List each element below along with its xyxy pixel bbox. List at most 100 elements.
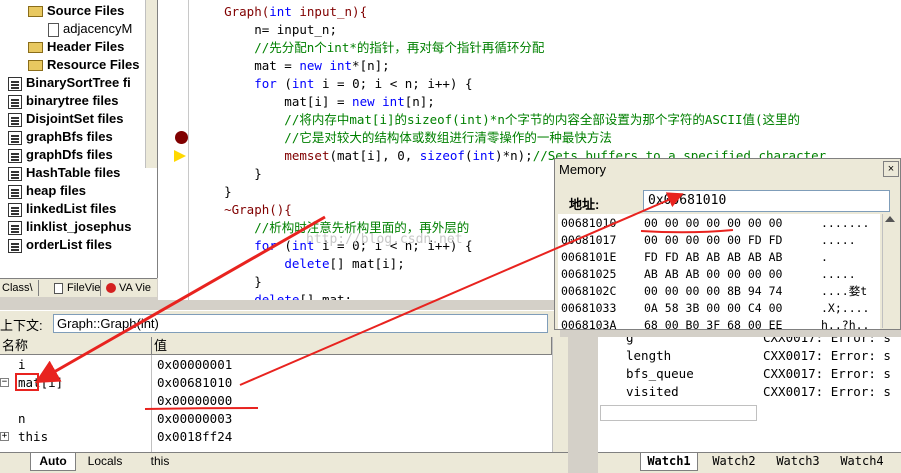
watch-value: CXX0017: Error: s: [763, 337, 891, 345]
tree-item[interactable]: linklist_josephus: [8, 218, 131, 236]
project-icon: [8, 148, 22, 163]
variable-row[interactable]: − mat[i] 0x00681010: [0, 374, 552, 392]
code-token: //将内存中mat[i]的sizeof(int)*n个字节的内容全部设置为那个字…: [194, 112, 801, 127]
tree-item-label: adjacencyM: [63, 21, 133, 36]
variables-scrollbar[interactable]: [552, 337, 568, 453]
tab-watch4[interactable]: Watch4: [834, 453, 890, 470]
folder-icon: [28, 42, 43, 54]
variables-tabs: Auto Locals this: [0, 452, 568, 473]
watch-name: bfs_queue: [626, 366, 694, 381]
tree-item[interactable]: graphDfs files: [8, 146, 113, 164]
code-line: mat = new int*[n];: [194, 57, 389, 75]
fileview-icon: [54, 282, 63, 294]
tree-item[interactable]: Header Files: [28, 38, 124, 56]
tree-item[interactable]: Resource Files: [28, 56, 140, 74]
code-token: i = 0; i < n; i++) {: [314, 76, 473, 91]
address-input[interactable]: 0x00681010: [643, 190, 890, 212]
code-token: Graph(: [194, 4, 270, 19]
context-combo[interactable]: Graph::Graph(int): [53, 314, 548, 333]
memory-bytes: 00 00 00 00 00 00 00: [644, 216, 783, 230]
close-button[interactable]: ×: [883, 161, 899, 177]
tree-item[interactable]: DisjointSet files: [8, 110, 124, 128]
tree-scrollbar[interactable]: [145, 0, 157, 168]
tab-auto[interactable]: Auto: [30, 453, 76, 471]
project-icon: [8, 220, 22, 235]
variable-value: 0x00681010: [157, 375, 233, 390]
scroll-up-icon[interactable]: [885, 216, 895, 222]
column-header-name[interactable]: 名称: [0, 337, 152, 355]
tab-watch1[interactable]: Watch1: [640, 453, 698, 471]
code-token: int: [329, 58, 353, 73]
tree-item-label: Header Files: [47, 39, 125, 54]
tree-item[interactable]: orderList files: [8, 236, 112, 254]
code-token: mat[i] =: [194, 94, 353, 109]
tab-label: Class\: [2, 282, 33, 294]
breakpoint-icon[interactable]: [175, 131, 188, 144]
variable-row[interactable]: + this 0x0018ff24: [0, 428, 552, 446]
watch-row[interactable]: bfs_queue CXX0017: Error: s: [598, 365, 901, 383]
watch-row[interactable]: visited CXX0017: Error: s: [598, 383, 901, 401]
variable-row[interactable]: i 0x00000001: [0, 356, 552, 374]
tree-item[interactable]: linkedList files: [8, 200, 116, 218]
variables-panel[interactable]: 名称 值 i 0x00000001 − mat[i] 0x00681010 0x00000…: [0, 337, 568, 453]
tab-fileview[interactable]: FileVie: [52, 280, 101, 296]
project-icon: [8, 94, 22, 109]
code-token: )*n);: [495, 148, 533, 163]
tree-item[interactable]: adjacencyM: [48, 20, 132, 38]
code-token: mat =: [194, 58, 300, 73]
memory-bytes: 00 00 00 00 00 FD FD: [644, 233, 783, 247]
memory-address: 00681017: [561, 233, 617, 247]
tree-item-label: orderList files: [26, 237, 112, 252]
memory-address: 00681010: [561, 216, 617, 230]
collapse-icon[interactable]: −: [0, 378, 9, 387]
tab-locals[interactable]: Locals: [80, 453, 130, 470]
tree-item[interactable]: graphBfs files: [8, 128, 113, 146]
code-token: [] mat;: [299, 292, 353, 300]
editor-gutter: [158, 0, 189, 300]
code-token: for: [254, 76, 277, 91]
tree-item[interactable]: binarytree files: [8, 92, 119, 110]
tab-vaview[interactable]: VA Vie: [104, 280, 158, 296]
tab-this[interactable]: this: [140, 453, 180, 470]
tree-item-label: graphDfs files: [26, 147, 113, 162]
watch-panel[interactable]: g CXX0017: Error: s length CXX0017: Error: …: [598, 337, 901, 453]
expand-icon[interactable]: +: [0, 432, 9, 441]
variable-row[interactable]: n 0x00000003: [0, 410, 552, 428]
memory-scrollbar[interactable]: [882, 214, 899, 328]
tree-item[interactable]: heap files: [8, 182, 86, 200]
watch-new-entry[interactable]: [600, 405, 757, 421]
memory-window[interactable]: Memory × 地址: 0x00681010 00681010 00 00 00…: [554, 158, 901, 330]
memory-title: Memory: [559, 162, 606, 177]
code-token: //它是对较大的结构体或数组进行清零操作的一种最快方法: [194, 130, 612, 145]
code-token: sizeof: [419, 148, 465, 163]
memory-ascii: .......: [821, 216, 870, 230]
tree-item[interactable]: Source Files: [28, 2, 124, 20]
tree-item[interactable]: HashTable files: [8, 164, 120, 182]
watch-row[interactable]: length CXX0017: Error: s: [598, 347, 901, 365]
tab-classview[interactable]: Class\: [0, 280, 39, 296]
code-token: new: [352, 94, 375, 109]
tomato-icon: [106, 283, 116, 294]
tree-item[interactable]: BinarySortTree fi: [8, 74, 131, 92]
tree-item-label: Resource Files: [47, 57, 140, 72]
code-token: (: [276, 238, 292, 253]
memory-bytes: AB AB AB 00 00 00 00: [644, 267, 783, 281]
file-tree[interactable]: Source Files adjacencyM Header Files Resour…: [0, 0, 158, 278]
code-token: }: [194, 184, 232, 199]
tree-item-label: binarytree files: [26, 93, 119, 108]
tab-watch2[interactable]: Watch2: [706, 453, 762, 470]
variable-row[interactable]: 0x00000000: [0, 392, 552, 410]
watch-row[interactable]: g CXX0017: Error: s: [598, 337, 901, 347]
project-icon: [8, 238, 22, 253]
tab-watch3[interactable]: Watch3: [770, 453, 826, 470]
code-token: (mat[i], 0,: [329, 148, 420, 163]
memory-grid[interactable]: 00681010 00 00 00 00 00 00 00....... 00681…: [558, 214, 880, 329]
column-header-value[interactable]: 值: [152, 337, 552, 355]
code-line: n= input_n;: [194, 21, 337, 39]
code-token: }: [194, 274, 262, 289]
project-icon: [8, 184, 22, 199]
